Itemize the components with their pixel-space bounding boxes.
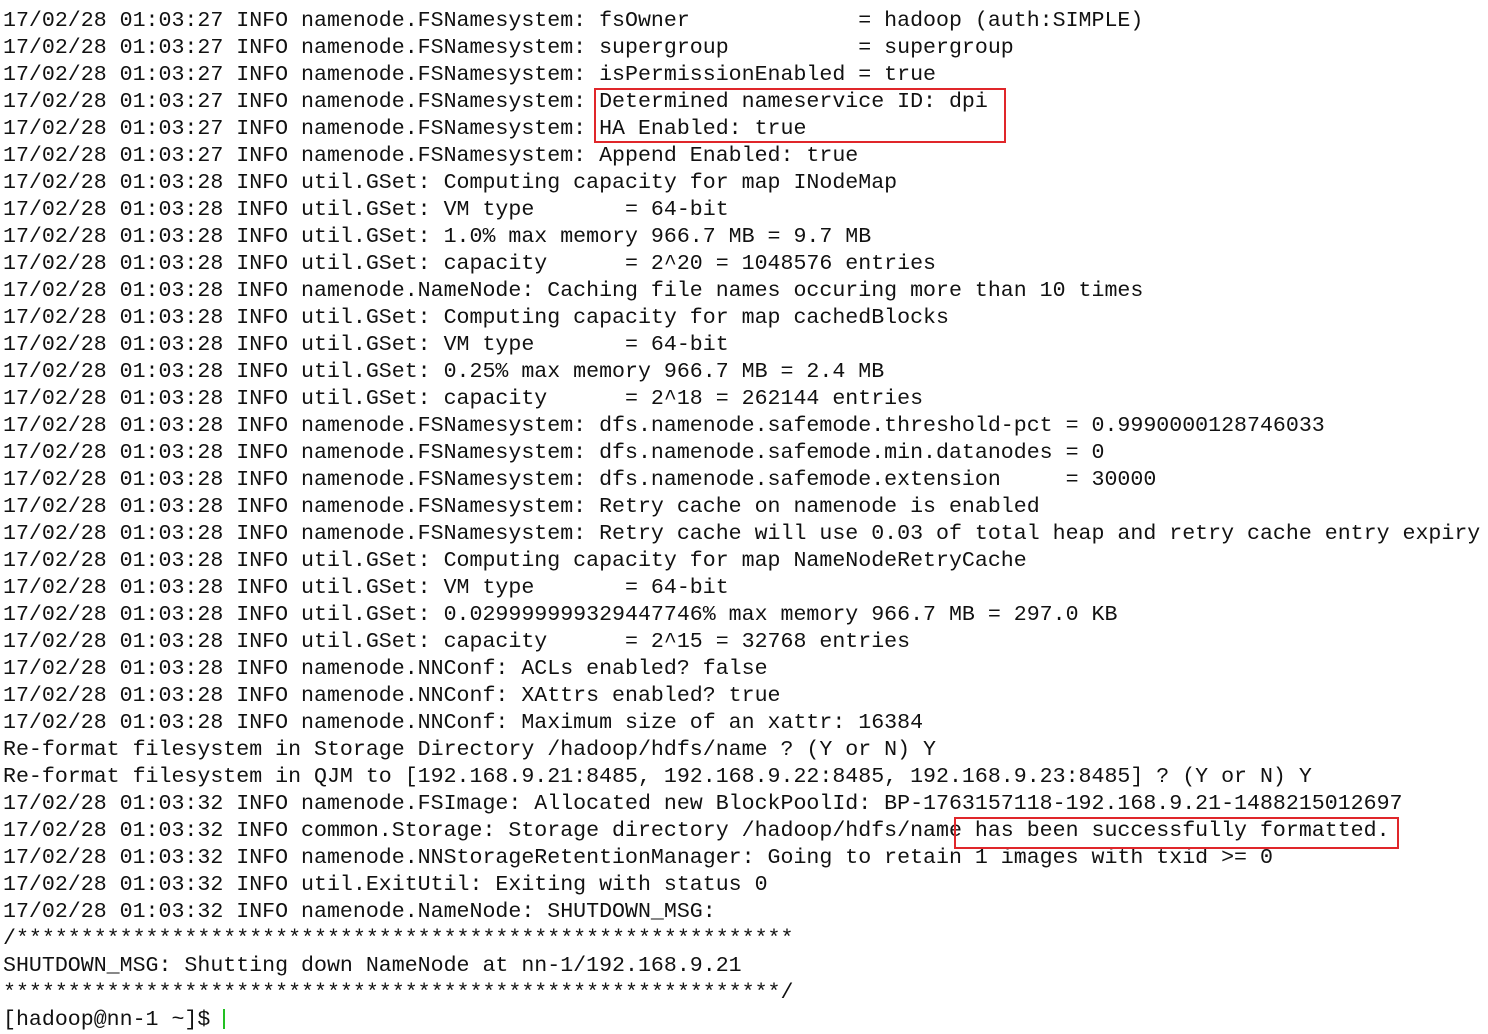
terminal-line: 17/02/28 01:03:28 INFO util.GSet: capaci… [3, 252, 937, 276]
terminal-line: ****************************************… [3, 981, 794, 1005]
terminal-line: 17/02/28 01:03:28 INFO util.GSet: Comput… [3, 549, 1027, 573]
terminal-line: 17/02/28 01:03:28 INFO util.GSet: capaci… [3, 387, 924, 411]
terminal-line: 17/02/28 01:03:28 INFO namenode.FSNamesy… [3, 468, 1157, 492]
terminal-line: Re-format filesystem in Storage Director… [3, 738, 937, 762]
terminal-line: 17/02/28 01:03:28 INFO util.GSet: Comput… [3, 306, 949, 330]
highlight-box-format-success [954, 817, 1399, 849]
terminal-line: 17/02/28 01:03:28 INFO namenode.FSNamesy… [3, 414, 1325, 438]
terminal-line: /***************************************… [3, 927, 794, 951]
terminal-line: 17/02/28 01:03:28 INFO namenode.NameNode… [3, 279, 1144, 303]
terminal-line: 17/02/28 01:03:32 INFO namenode.NameNode… [3, 900, 716, 924]
terminal-line: 17/02/28 01:03:28 INFO namenode.NNConf: … [3, 711, 924, 735]
terminal-line: 17/02/28 01:03:28 INFO util.GSet: VM typ… [3, 198, 729, 222]
terminal-line: 17/02/28 01:03:32 INFO namenode.NNStorag… [3, 846, 1273, 870]
terminal-line: 17/02/28 01:03:28 INFO util.GSet: VM typ… [3, 576, 729, 600]
terminal-line: SHUTDOWN_MSG: Shutting down NameNode at … [3, 954, 742, 978]
terminal-line: 17/02/28 01:03:28 INFO namenode.FSNamesy… [3, 495, 1040, 519]
terminal-line: Re-format filesystem in QJM to [192.168.… [3, 765, 1312, 789]
terminal-line: 17/02/28 01:03:28 INFO namenode.NNConf: … [3, 684, 781, 708]
terminal-line: 17/02/28 01:03:27 INFO namenode.FSNamesy… [3, 36, 1014, 60]
terminal-line: 17/02/28 01:03:28 INFO namenode.FSNamesy… [3, 522, 1481, 546]
terminal-line: 17/02/28 01:03:27 INFO namenode.FSNamesy… [3, 63, 937, 87]
text-cursor [223, 1009, 226, 1030]
terminal-line: 17/02/28 01:03:28 INFO util.GSet: capaci… [3, 630, 911, 654]
terminal-line: 17/02/28 01:03:32 INFO namenode.FSImage:… [3, 792, 1403, 816]
highlight-box-ha-config [594, 88, 1006, 143]
terminal-line: 17/02/28 01:03:28 INFO util.GSet: 0.25% … [3, 360, 885, 384]
terminal-line: 17/02/28 01:03:28 INFO util.GSet: 1.0% m… [3, 225, 872, 249]
terminal-line: 17/02/28 01:03:28 INFO util.GSet: Comput… [3, 171, 898, 195]
terminal-line: 17/02/28 01:03:28 INFO util.GSet: 0.0299… [3, 603, 1118, 627]
terminal-line: 17/02/28 01:03:27 INFO namenode.FSNamesy… [3, 144, 859, 168]
terminal-line: 17/02/28 01:03:32 INFO util.ExitUtil: Ex… [3, 873, 768, 897]
terminal-line: 17/02/28 01:03:28 INFO namenode.FSNamesy… [3, 441, 1105, 465]
terminal-output: 17/02/28 01:03:27 INFO namenode.FSNamesy… [3, 0, 1480, 1034]
terminal-line: 17/02/28 01:03:27 INFO namenode.FSNamesy… [3, 9, 1144, 33]
shell-prompt-line[interactable]: [hadoop@nn-1 ~]$ [3, 1007, 1480, 1034]
shell-prompt: [hadoop@nn-1 ~]$ [3, 1008, 224, 1032]
terminal-line: 17/02/28 01:03:28 INFO namenode.NNConf: … [3, 657, 768, 681]
terminal-line: 17/02/28 01:03:28 INFO util.GSet: VM typ… [3, 333, 729, 357]
